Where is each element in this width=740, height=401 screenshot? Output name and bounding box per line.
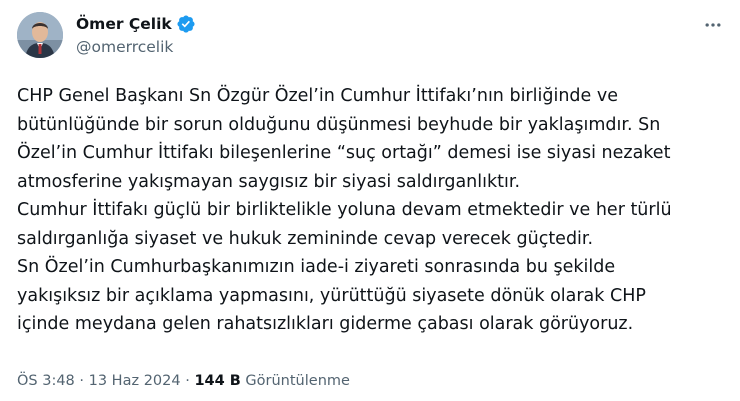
tweet-text-line: içinde meydana gelen rahatsızlıkları gid… (17, 314, 634, 334)
tweet-text-line: Cumhur İttifakı güçlü bir birliktelikle … (17, 200, 672, 220)
meta-separator: · (185, 373, 190, 389)
tweet-card: Ömer Çelik @omerrcelik CHP Genel Başkanı… (0, 0, 740, 401)
tweet-text-line: yakışıksız bir açıklama yapmasını, yürüt… (17, 285, 646, 306)
tweet-text-line: Özel’in Cumhur İttifakı bileşenlerine “s… (17, 143, 671, 163)
meta-separator: · (79, 373, 85, 389)
verified-badge-icon[interactable] (176, 14, 196, 34)
views-label: Görüntülenme (245, 373, 350, 389)
tweet-text-line: CHP Genel Başkanı Sn Özgür Özel’in Cumhu… (17, 86, 618, 106)
avatar[interactable] (17, 12, 63, 58)
tweet-date[interactable]: 13 Haz 2024 (89, 373, 181, 389)
author-name[interactable]: Ömer Çelik (76, 15, 172, 33)
tweet-text: CHP Genel Başkanı Sn Özgür Özel’in Cumhu… (17, 82, 729, 339)
tweet-text-line: atmosferine yakışmayan saygısız bir siya… (17, 171, 521, 192)
tweet-text-line: Sn Özel’in Cumhurbaşkanımızın iade-i ziy… (17, 257, 616, 277)
tweet-time[interactable]: ÖS 3:48 (17, 373, 75, 389)
tweet-text-line: saldırganlığa siyaset ve hukuk zemininde… (17, 228, 594, 249)
tweet-meta: ÖS 3:48 · 13 Haz 2024 · 144 B Görüntülen… (17, 373, 350, 389)
author-handle[interactable]: @omerrcelik (76, 38, 173, 56)
views-count: 144 B (194, 373, 241, 389)
tweet-text-line: bütünlüğünde bir sorun olduğunu düşünmes… (17, 114, 661, 135)
more-horizontal-icon (705, 23, 721, 27)
more-options-button[interactable] (700, 14, 726, 36)
author-row: Ömer Çelik (76, 14, 196, 34)
